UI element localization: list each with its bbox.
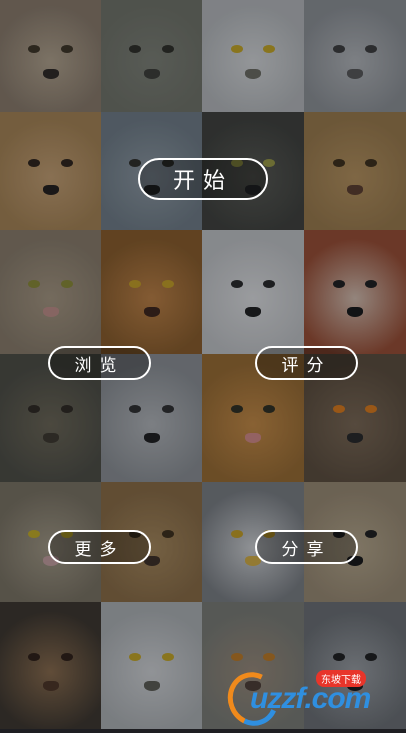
browse-button[interactable]: 浏览 [48, 346, 151, 380]
rate-button[interactable]: 评分 [255, 346, 358, 380]
start-button[interactable]: 开始 [138, 158, 268, 200]
share-button[interactable]: 分享 [255, 530, 358, 564]
watermark-logo: 东坡下载 uzzf.com [220, 664, 404, 733]
watermark-brand: uzzf.com [250, 682, 371, 715]
more-button[interactable]: 更多 [48, 530, 151, 564]
